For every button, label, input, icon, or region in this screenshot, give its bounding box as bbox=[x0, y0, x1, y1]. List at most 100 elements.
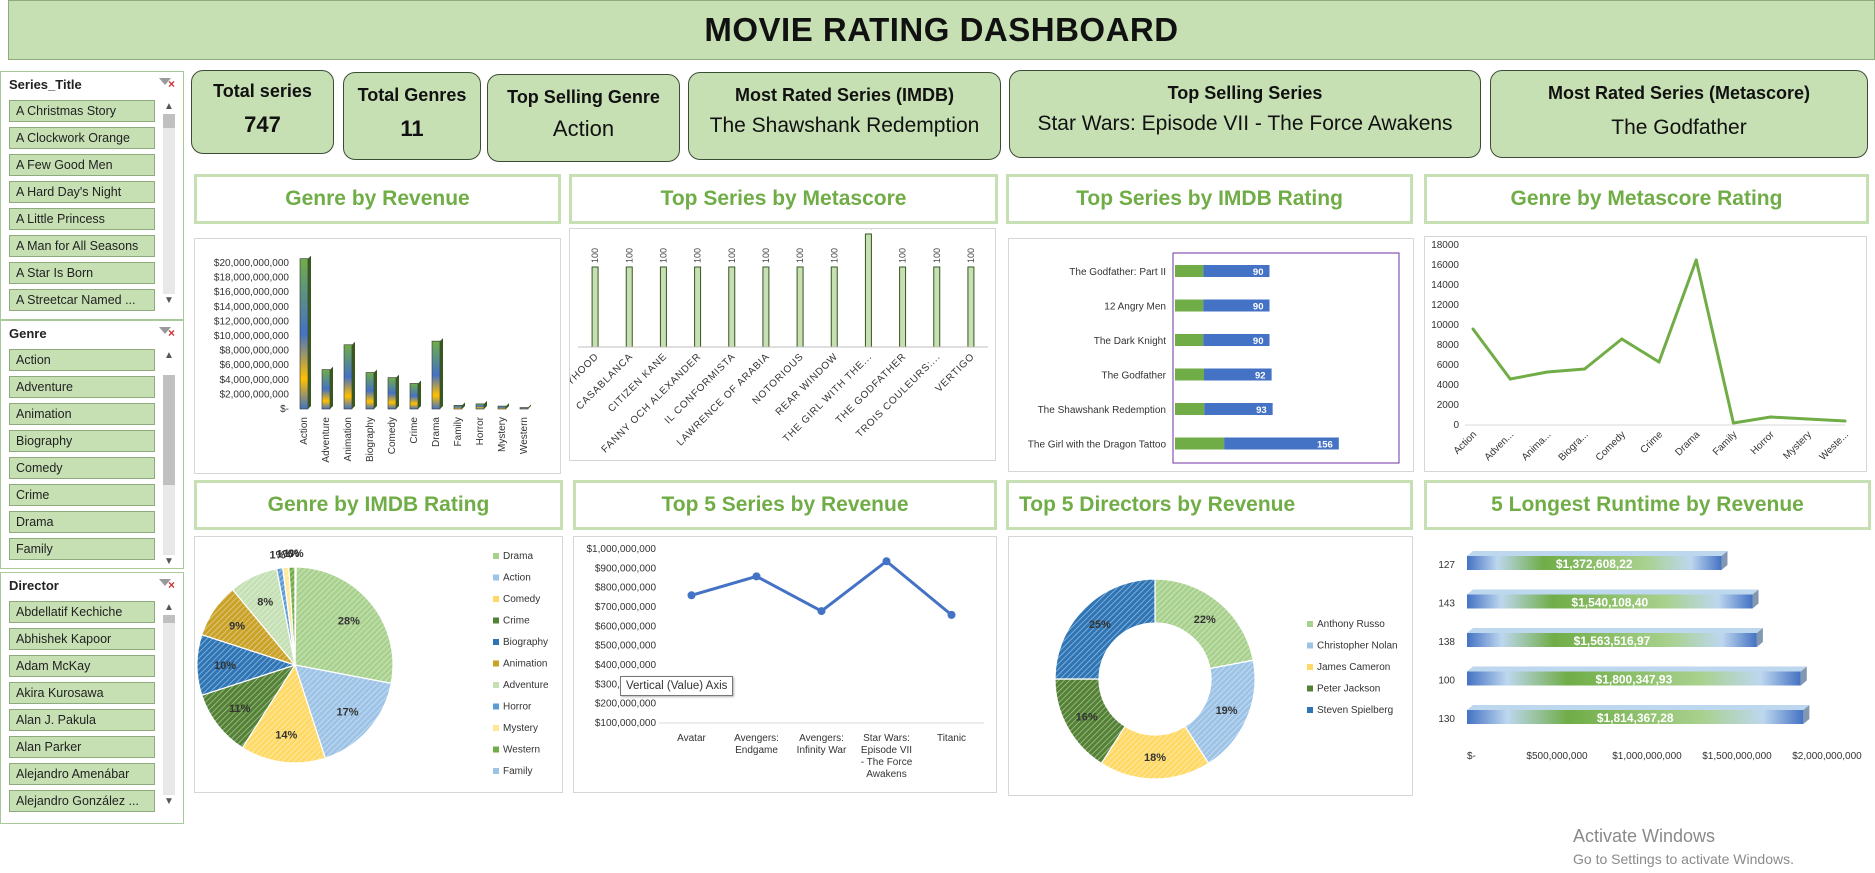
slicer-item[interactable]: Drama bbox=[9, 511, 155, 533]
slicer-item[interactable]: A Clockwork Orange bbox=[9, 127, 155, 149]
slicer-series-title[interactable]: Series_Title A Christmas Story A Clockwo… bbox=[0, 71, 184, 320]
bar bbox=[409, 383, 419, 410]
slicer-item[interactable]: Abhishek Kapoor bbox=[9, 628, 155, 650]
x-tick-label: Mystery bbox=[1781, 429, 1814, 462]
data-label: 100 bbox=[898, 248, 908, 263]
data-point bbox=[1508, 377, 1512, 381]
bar-segment bbox=[1175, 265, 1204, 277]
legend-swatch bbox=[1307, 685, 1313, 692]
top5-directors-chart[interactable]: 22% 19% 18% 16% 25% Anthony Russo Christopher … bbox=[1009, 537, 1412, 795]
scroll-down-icon[interactable]: ▼ bbox=[163, 795, 175, 809]
data-label: 25% bbox=[1089, 619, 1111, 631]
bar-segment bbox=[1175, 368, 1204, 381]
x-tick-label: Drama bbox=[431, 417, 442, 447]
slicer-item[interactable]: Biography bbox=[9, 430, 155, 452]
bar bbox=[519, 407, 529, 410]
slicer-item[interactable]: Alan Parker bbox=[9, 736, 155, 758]
slicer-scrollbar[interactable]: ▲ ▼ bbox=[163, 601, 175, 809]
slicer-item[interactable]: Alejandro Amenábar bbox=[9, 763, 155, 785]
slicer-item[interactable]: A Few Good Men bbox=[9, 154, 155, 176]
bar bbox=[967, 266, 975, 348]
y-tick-label: $8,000,000,000 bbox=[219, 346, 289, 357]
data-label: 28% bbox=[338, 615, 360, 627]
legend-swatch bbox=[493, 639, 499, 645]
slicer-item[interactable]: Alan J. Pakula bbox=[9, 709, 155, 731]
genre-metascore-title: Genre by Metascore Rating bbox=[1424, 174, 1869, 224]
legend-swatch bbox=[493, 682, 499, 688]
y-tick-label: $500,000,000 bbox=[595, 641, 657, 652]
bar bbox=[321, 369, 331, 410]
scroll-up-icon[interactable]: ▲ bbox=[163, 601, 175, 615]
y-tick-label: 12 Angry Men bbox=[1104, 302, 1166, 313]
x-tick-label: Biography bbox=[365, 417, 376, 462]
clear-filter-icon[interactable] bbox=[159, 77, 175, 91]
legend-label: Peter Jackson bbox=[1317, 684, 1380, 695]
scroll-down-icon[interactable]: ▼ bbox=[163, 294, 175, 308]
x-tick-label: $1,000,000,000 bbox=[1612, 751, 1682, 762]
slicer-item[interactable]: A Star Is Born bbox=[9, 262, 155, 284]
top-imdb-chart[interactable]: The Godfather: Part II 90 12 Angry Men 90 Th… bbox=[1009, 239, 1413, 471]
slicer-item[interactable]: Animation bbox=[9, 403, 155, 425]
slicer-item[interactable]: Crime bbox=[9, 484, 155, 506]
scroll-up-icon[interactable]: ▲ bbox=[163, 100, 175, 114]
slicer-item[interactable]: Akira Kurosawa bbox=[9, 682, 155, 704]
slicer-item[interactable]: A Man for All Seasons bbox=[9, 235, 155, 257]
clear-filter-icon[interactable] bbox=[159, 326, 175, 340]
slicer-scrollbar[interactable]: ▲ ▼ bbox=[163, 349, 175, 569]
panel-title-text: Top Series by Metascore bbox=[660, 187, 907, 210]
bar bbox=[431, 340, 441, 410]
data-label: 100 bbox=[693, 248, 703, 263]
x-tick-label: REAR WINDOW bbox=[774, 351, 841, 418]
slicer-item[interactable]: A Streetcar Named ... bbox=[9, 289, 155, 311]
slicer-scrollbar[interactable]: ▲ ▼ bbox=[163, 100, 175, 308]
y-tick-label: 0 bbox=[1453, 420, 1459, 431]
genre-revenue-chart[interactable]: $- $2,000,000,000 $4,000,000,000 $6,000,000… bbox=[195, 239, 560, 473]
data-point bbox=[687, 591, 696, 600]
slicer-item[interactable]: Adventure bbox=[9, 376, 155, 398]
genre-metascore-chart[interactable]: 0 2000 4000 6000 8000 10000 12000 14000 16000 180… bbox=[1425, 237, 1866, 471]
y-tick-label: $700,000,000 bbox=[595, 602, 657, 613]
slicer-item[interactable]: Alejandro González ... bbox=[9, 790, 155, 812]
slicer-item[interactable]: Adam McKay bbox=[9, 655, 155, 677]
data-label: $1,372,608,22 bbox=[1556, 557, 1633, 571]
longest-runtime-panel: $- $500,000,000 $1,000,000,000 $1,500,000,0… bbox=[1424, 536, 1867, 787]
data-label: 9% bbox=[229, 621, 245, 633]
top5-revenue-title: Top 5 Series by Revenue bbox=[573, 480, 997, 530]
slicer-director[interactable]: Director Abdellatif Kechiche Abhishek Ka… bbox=[0, 572, 184, 824]
slicer-item[interactable]: Abdellatif Kechiche bbox=[9, 601, 155, 623]
x-tick-label: Avengers: Endgame bbox=[734, 733, 779, 756]
slicer-item[interactable]: A Little Princess bbox=[9, 208, 155, 230]
slicer-item[interactable]: A Hard Day's Night bbox=[9, 181, 155, 203]
scroll-up-icon[interactable]: ▲ bbox=[163, 349, 175, 363]
legend-label: Crime bbox=[503, 616, 530, 627]
data-label: 100 bbox=[727, 248, 737, 263]
longest-runtime-chart[interactable]: $- $500,000,000 $1,000,000,000 $1,500,000,0… bbox=[1425, 537, 1866, 786]
clear-filter-icon[interactable] bbox=[159, 578, 175, 592]
slicer-genre[interactable]: Genre Action Adventure Animation Biograp… bbox=[0, 320, 184, 569]
legend-swatch bbox=[493, 596, 499, 602]
genre-imdb-chart[interactable]: 28%17%14%11%10%9%8%1%1%1%0% DramaActionCo… bbox=[195, 537, 562, 792]
y-tick-label: $2,000,000,000 bbox=[219, 389, 289, 400]
legend-label: Biography bbox=[503, 637, 548, 648]
y-tick-label: The Shawshank Redemption bbox=[1038, 405, 1166, 416]
data-label: 18% bbox=[1144, 752, 1166, 764]
top5-revenue-chart[interactable]: $100,000,000$200,000,000$300,000,000$400… bbox=[574, 537, 996, 792]
slicer-item[interactable]: A Christmas Story bbox=[9, 100, 155, 122]
x-tick-label: Anima... bbox=[1520, 429, 1554, 463]
data-point bbox=[1806, 417, 1810, 421]
legend-label: Anthony Russo bbox=[1317, 619, 1385, 630]
x-tick-label: Family bbox=[453, 417, 464, 446]
y-tick-label: $6,000,000,000 bbox=[219, 360, 289, 371]
slicer-item[interactable]: Action bbox=[9, 349, 155, 371]
bar-side bbox=[308, 255, 311, 409]
top-metascore-chart[interactable]: 100BOYHOOD100CASABLANCA100CITIZEN KANE10… bbox=[553, 215, 995, 460]
x-tick-label: $1,500,000,000 bbox=[1702, 751, 1772, 762]
bar-top bbox=[1467, 628, 1763, 633]
legend-swatch bbox=[1307, 642, 1313, 649]
slicer-item[interactable]: Family bbox=[9, 538, 155, 560]
slicer-item[interactable]: Comedy bbox=[9, 457, 155, 479]
kpi-value: Action bbox=[552, 116, 615, 141]
kpi-most-rated-imdb: Most Rated Series (IMDB) The Shawshank R… bbox=[688, 72, 1001, 160]
y-tick-label: The Girl with the Dragon Tattoo bbox=[1028, 440, 1167, 451]
scroll-down-icon[interactable]: ▼ bbox=[163, 555, 175, 569]
